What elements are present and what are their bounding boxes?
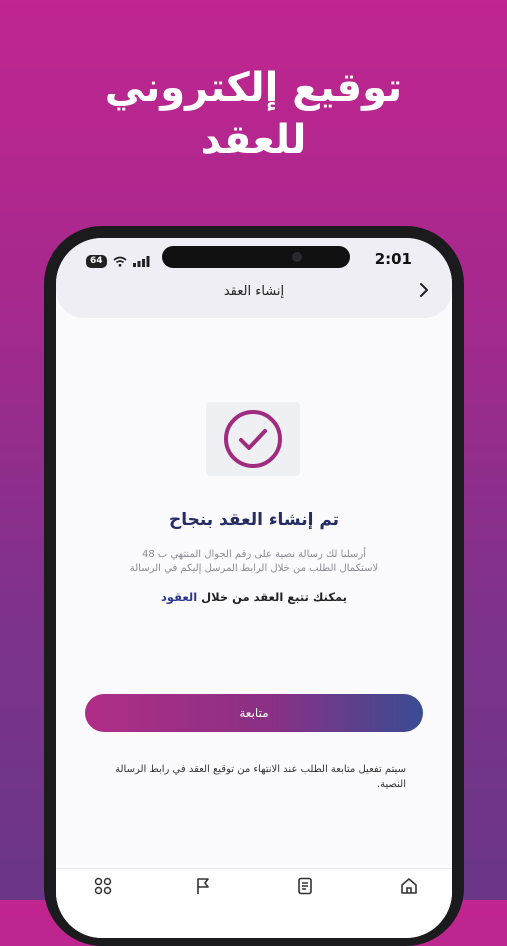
success-title: تم إنشاء العقد بنجاح [168,510,340,530]
chevron-right-icon [420,283,428,297]
document-icon [298,877,312,895]
flag-icon [197,878,209,894]
bottom-tab-bar [56,868,452,938]
phone-frame: 64 2:01 إنشاء العقد تم إنشاء العقد بنجاح… [44,226,464,946]
tab-services[interactable] [92,875,114,897]
success-illustration [206,402,300,476]
grid-icon [94,877,112,895]
promo-title-line2: للعقد [200,117,307,163]
home-icon [401,878,417,894]
phone-screen: 64 2:01 إنشاء العقد تم إنشاء العقد بنجاح… [56,238,452,938]
signal-icon [132,252,151,271]
promo-title-line1: توقيع إلكتروني [104,65,403,111]
check-circle-icon [224,410,282,468]
tab-documents[interactable] [294,875,316,897]
dynamic-island [162,246,350,268]
status-time: 2:01 [374,250,412,268]
camera-dot [292,252,302,262]
footer-note: سيتم تفعيل متابعة الطلب عند الانتهاء من … [115,764,406,790]
promo-headline: توقيع إلكتروني للعقد [0,62,507,166]
continue-button[interactable]: متابعة [85,694,423,732]
page-title: إنشاء العقد [223,284,285,299]
back-button[interactable] [414,280,434,300]
tab-flag[interactable] [192,875,214,897]
track-prefix: يمكنك تتبع العقد من خلال [201,590,347,604]
wifi-icon [112,252,127,271]
sms-info-line1: أرسلنا لك رسالة نصية على رقم الجوال المن… [141,549,367,560]
tab-home[interactable] [398,875,420,897]
status-icons: 64 [86,252,151,271]
contracts-link[interactable]: العقود [161,590,197,604]
sms-info-text: أرسلنا لك رسالة نصية على رقم الجوال المن… [96,548,412,576]
sms-info-line2: لاستكمال الطلب من خلال الرابط المرسل إلي… [129,563,379,574]
track-contract-text: يمكنك تتبع العقد من خلال العقود [56,590,452,604]
battery-icon: 64 [86,255,107,268]
